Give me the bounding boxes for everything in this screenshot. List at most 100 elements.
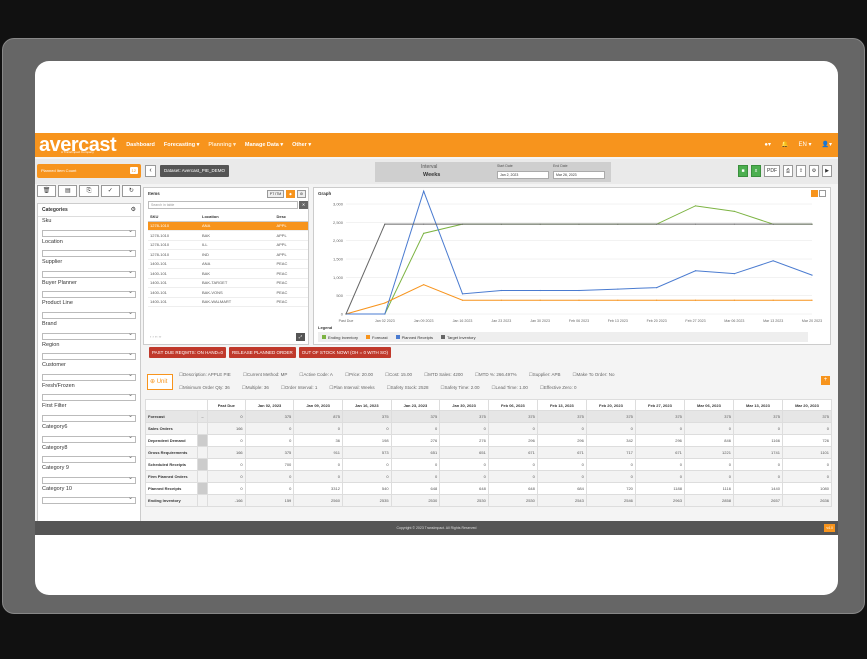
legend-item[interactable]: Target Inventory (440, 335, 476, 340)
category-select[interactable] (42, 494, 136, 505)
category-label: Region (42, 341, 60, 348)
pdf-icon[interactable]: PDF (764, 165, 780, 177)
end-date-select[interactable]: Mar 26, 2023 (553, 171, 605, 179)
plan-cell[interactable]: 375 (341, 410, 392, 423)
bell-icon[interactable]: 🔔 (781, 141, 788, 148)
print-icon[interactable]: ⎙ (783, 165, 793, 177)
refresh-icon[interactable]: ↻ (121, 185, 142, 197)
plan-cell[interactable]: 375 (536, 410, 587, 423)
plan-cell[interactable]: 375 (781, 410, 833, 423)
nav-planning[interactable]: Planning ▾ (208, 142, 236, 148)
excel-icon[interactable]: x (751, 165, 761, 177)
items-row[interactable]: 1278-1010 ANA APPL (148, 221, 308, 231)
items-row[interactable]: 1278-1010 ILL APPL (148, 240, 308, 250)
start-date-select[interactable]: Jan 2, 2023 (497, 171, 549, 179)
items-row[interactable]: 1278-1010 BAK APPL (148, 230, 308, 241)
plan-column-header: Jan 02, 2023 (244, 399, 295, 411)
plan-cell[interactable]: 375 (390, 410, 441, 423)
settings-icon[interactable]: ⚙ (809, 165, 819, 177)
items-filter-button[interactable]: PT ITM (266, 190, 285, 198)
plan-spacer (197, 446, 208, 459)
interval-value[interactable]: Weeks (423, 172, 440, 178)
plan-cell: 0 (341, 470, 392, 483)
plan-cell: 0 (439, 470, 489, 483)
category-select[interactable] (42, 433, 136, 443)
category-select[interactable] (42, 288, 136, 299)
clear-search-button[interactable]: ✕ (299, 201, 308, 209)
plan-cell[interactable]: 875 (293, 410, 343, 423)
plan-cell[interactable]: 375 (585, 410, 636, 423)
items-row[interactable]: 1278-1010 IND APPL (148, 249, 308, 260)
category-select[interactable] (42, 227, 136, 237)
items-row[interactable]: 1400-101 BAK-TARGET PEAC (148, 278, 308, 288)
unit-field: ☐Safety Time: 2.00 (440, 384, 480, 390)
legend-item[interactable]: Ending Inventory (322, 335, 358, 340)
col-location[interactable]: Location (200, 212, 275, 222)
category-select[interactable] (42, 330, 136, 340)
unit-field: ☐Current Method: MP (242, 371, 288, 377)
category-select[interactable] (42, 371, 136, 381)
plan-cell[interactable]: 375 (683, 410, 734, 423)
upload-icon[interactable]: ⇪ (796, 165, 806, 177)
items-expand-button[interactable]: ⤢ (296, 333, 305, 341)
out-of-stock-button[interactable]: OUT OF STOCK NOW! (OH = 0 WITH SO) (298, 347, 391, 358)
items-row[interactable]: 1400-101 BAK-WALMART PEAC (148, 297, 308, 307)
items-row[interactable]: 1400-101 BAK-VONS PEAC (148, 287, 308, 298)
plan-cell[interactable]: 375 (732, 410, 783, 423)
plan-cell[interactable]: 0 (207, 410, 246, 423)
nav-other[interactable]: Other ▾ (292, 142, 311, 148)
category-select[interactable] (42, 350, 136, 361)
category-select[interactable] (42, 412, 136, 422)
plan-cell[interactable]: 375 (634, 410, 685, 423)
add-icon[interactable]: + (821, 376, 830, 385)
unit-field: ☐Multiple: 36 (241, 384, 269, 390)
items-row[interactable]: 1400-101 ANA PEAC (148, 259, 308, 269)
plan-cell[interactable]: 375 (487, 410, 538, 423)
forecast-expand-icon[interactable]: – (197, 410, 208, 423)
category-select[interactable] (42, 309, 136, 319)
categories-title: Categories (38, 204, 140, 217)
copy-icon[interactable]: ⎘ (79, 185, 99, 197)
save-icon[interactable]: ■ (738, 165, 748, 177)
category-select[interactable] (42, 268, 136, 278)
next-icon[interactable]: ▶ (822, 165, 832, 177)
items-pager[interactable]: ‹ › ‹‹ ›› (150, 334, 161, 339)
category-select[interactable] (42, 391, 136, 402)
plan-cell[interactable]: 375 (439, 410, 489, 423)
category-select[interactable] (42, 453, 136, 464)
nav-forecasting[interactable]: Forecasting ▾ (164, 142, 199, 148)
category-select[interactable] (42, 247, 136, 258)
user-icon[interactable]: 👤▾ (822, 141, 832, 148)
release-planned-order-button[interactable]: RELEASE PLANNED ORDER (228, 347, 296, 358)
items-toggle-button[interactable]: ◆ (286, 190, 295, 198)
y-tick-label: 1,500 (333, 257, 344, 262)
items-settings-icon[interactable]: ⚙ (296, 190, 306, 198)
back-button[interactable]: ‹ (145, 165, 156, 177)
check-icon[interactable]: ✓ (100, 185, 120, 197)
category-select[interactable] (42, 474, 136, 484)
gear-icon[interactable]: ⚙ (131, 206, 136, 213)
nav-dashboard[interactable]: Dashboard (126, 142, 155, 148)
delete-icon[interactable]: 🗑 (37, 185, 57, 197)
plan-cell: 2657 (732, 494, 783, 507)
items-row[interactable]: 1400-101 BAK PEAC (148, 268, 308, 279)
col-sku[interactable]: SKU (148, 212, 201, 222)
plan-cell[interactable]: 375 (244, 410, 295, 423)
data-point (617, 288, 619, 290)
past-due-button[interactable]: PAST DUE REQMTS: ON HAND=0 (149, 347, 226, 358)
data-point (384, 223, 386, 225)
plan-cell: 0 (390, 470, 441, 483)
legend-item[interactable]: Planned Receipts (395, 335, 433, 340)
items-search-input[interactable]: Search in table (148, 201, 298, 209)
status-dot-icon[interactable]: ●▾ (764, 141, 771, 148)
folder-icon[interactable]: ▤ (58, 185, 78, 197)
legend-item[interactable]: Forecast (366, 335, 388, 340)
plan-cell: 2530 (487, 494, 538, 507)
nav-manage-data[interactable]: Manage Data ▾ (245, 142, 283, 148)
category-filter: Category 9 (38, 464, 140, 485)
col-desc[interactable]: Desc (274, 212, 308, 222)
planned-item-count[interactable]: Planned Item Count 12 (37, 164, 141, 178)
unit-button[interactable]: ⊕ Unit (147, 374, 173, 390)
items-cell: 1400-101 (148, 259, 201, 269)
language-selector[interactable]: EN ▾ (799, 141, 812, 148)
